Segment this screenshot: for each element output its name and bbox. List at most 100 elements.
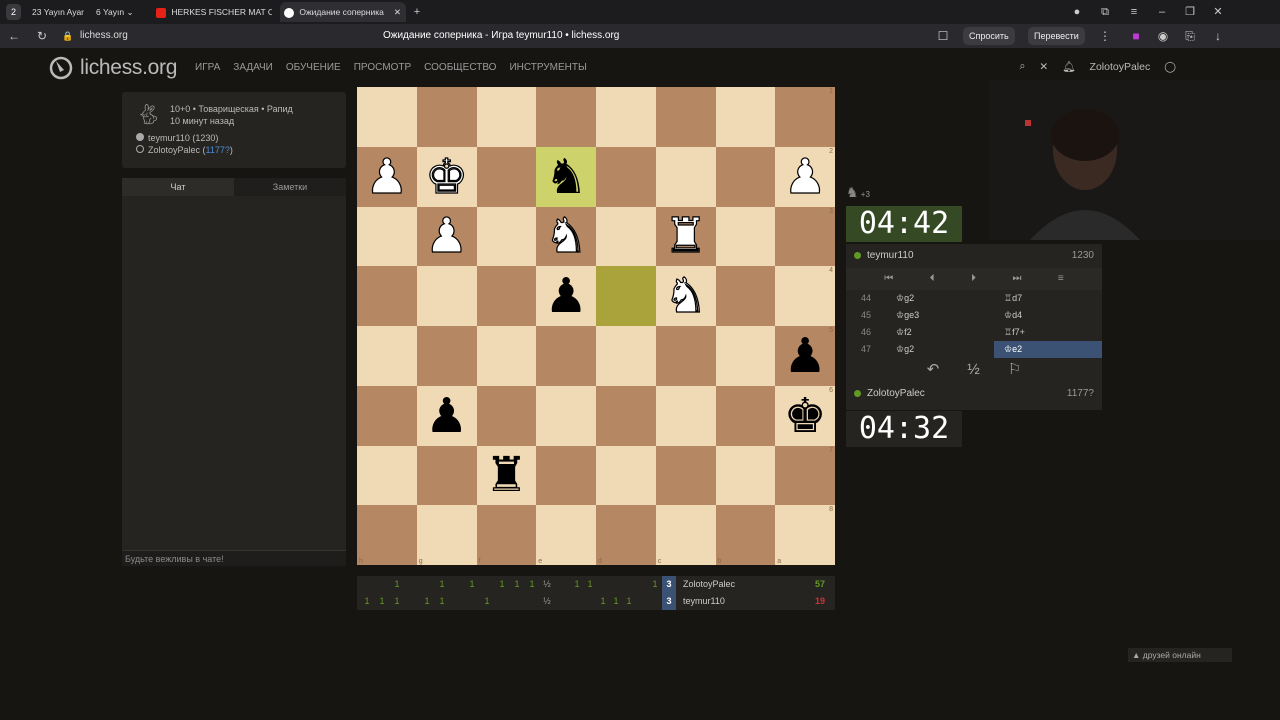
square[interactable] [715,206,776,267]
square[interactable]: ♟ [416,206,477,267]
square[interactable] [655,385,716,446]
square[interactable] [416,445,477,506]
black-move[interactable]: ♖d7 [994,290,1102,307]
white-player[interactable]: teymur110 (1230) [148,133,218,143]
square[interactable] [416,326,477,386]
screenshot-icon[interactable]: ◉ [1155,28,1171,44]
square[interactable]: d [596,505,656,565]
tab-chat[interactable]: Чат [122,178,234,196]
square[interactable] [596,385,656,446]
square[interactable]: e [536,505,596,565]
black-knight-icon[interactable]: ♞ [545,153,588,201]
tab-yayin-ayar[interactable]: 23 Yayın Ayar [28,2,90,22]
square[interactable] [476,266,537,326]
square[interactable]: 8a [775,505,835,565]
crosstable-name-2[interactable]: teymur110 [683,593,725,610]
menu-icon[interactable]: ≡ [1126,4,1142,20]
square[interactable] [596,87,656,147]
square[interactable] [596,206,656,267]
white-pawn-icon[interactable]: ♟ [365,152,409,201]
black-move[interactable]: ♔d4 [994,307,1102,324]
square[interactable] [536,87,596,147]
square[interactable] [357,445,417,506]
square[interactable] [357,87,417,147]
white-knight-icon[interactable]: ♞ [544,212,588,261]
square[interactable]: ♟ 2 [775,146,835,207]
share-icon[interactable]: ⎘ [1182,28,1198,44]
search-icon[interactable]: ⌕ [1019,60,1025,73]
square[interactable]: ♟ [536,266,596,326]
square[interactable] [476,326,537,386]
top-player-name[interactable]: teymur110 [867,250,914,261]
black-pawn-icon[interactable]: ♟ [425,392,468,440]
tab-lichess[interactable]: Ожидание соперника ✕ [280,2,406,22]
site-logo[interactable]: lichess.org [48,54,177,82]
minimize-icon[interactable]: – [1154,4,1170,20]
square[interactable]: f [476,505,537,565]
white-move[interactable]: ♔f2 [886,324,994,341]
username-link[interactable]: ZolotoyPalec [1090,61,1151,73]
square[interactable] [596,445,656,506]
square[interactable] [416,87,477,147]
square[interactable]: ♞ [536,206,596,267]
nav-puzzles[interactable]: ЗАДАЧИ [233,62,273,73]
white-pawn-icon[interactable]: ♟ [425,212,469,261]
first-move-icon[interactable]: ⏮ [884,268,893,290]
back-icon[interactable]: ← [6,28,22,44]
tab-youtube[interactable]: HERKES FISCHER MAT O... [152,2,272,22]
tab-notes[interactable]: Заметки [234,178,346,196]
more-icon[interactable]: ⋮ [1097,28,1113,44]
square[interactable]: ♚ [416,146,477,207]
square[interactable]: g [416,505,477,565]
close-icon[interactable]: ✕ [394,2,401,22]
square[interactable]: ♟ 5 [775,326,835,386]
white-move[interactable]: ♔g2 [886,341,994,358]
square[interactable] [655,146,716,207]
nav-learn[interactable]: ОБУЧЕНИЕ [286,62,341,73]
nav-play[interactable]: ИГРА [195,62,220,73]
square[interactable]: ♜ [476,445,537,506]
square[interactable] [357,206,417,267]
square[interactable] [476,206,537,267]
black-player[interactable]: ZolotoyPalec ( [148,145,206,155]
square[interactable] [655,87,716,147]
square[interactable]: 7 [775,445,835,506]
square[interactable] [715,445,776,506]
black-pawn-icon[interactable]: ♟ [784,332,827,380]
square[interactable] [596,326,656,386]
black-move[interactable]: ♔e2 [994,341,1102,358]
nav-community[interactable]: СООБЩЕСТВО [424,62,496,73]
square[interactable]: ♚ 6 [775,385,835,446]
square[interactable]: h [357,505,417,565]
black-rook-icon[interactable]: ♜ [485,451,528,499]
square[interactable] [715,87,776,147]
resign-button[interactable]: ⚐ [1008,358,1021,382]
white-move[interactable]: ♔ge3 [886,307,994,324]
close-icon[interactable]: ✕ [1039,61,1048,73]
square[interactable]: ♞ [536,146,596,207]
prev-move-icon[interactable]: ⏴ [930,268,935,290]
takeback-button[interactable]: ↶ [927,358,940,382]
square[interactable] [655,326,716,386]
window-close-icon[interactable]: ✕ [1210,4,1226,20]
square[interactable]: ♟ [416,385,477,446]
white-pawn-icon[interactable]: ♟ [783,152,827,201]
new-tab-icon[interactable]: + [409,4,425,20]
square[interactable] [476,87,537,147]
white-rook-icon[interactable]: ♜ [664,212,708,261]
square[interactable] [357,326,417,386]
reload-icon[interactable]: ↻ [34,28,50,44]
white-king-icon[interactable]: ♚ [425,152,469,201]
square[interactable] [596,146,656,207]
last-move-icon[interactable]: ⏭ [1012,268,1021,290]
square[interactable] [715,326,776,386]
square[interactable]: 1 [775,87,835,147]
workspace-badge[interactable]: 2 [6,4,22,20]
crosstable-name-1[interactable]: ZolotoyPalec [683,576,735,593]
square[interactable] [536,445,596,506]
tab-yayin[interactable]: 6 Yayın ⌄ [92,2,142,22]
bookmark-icon[interactable]: ☐ [935,28,951,44]
next-move-icon[interactable]: ⏵ [971,268,976,290]
square[interactable] [536,326,596,386]
ask-button[interactable]: Спросить [963,27,1015,45]
